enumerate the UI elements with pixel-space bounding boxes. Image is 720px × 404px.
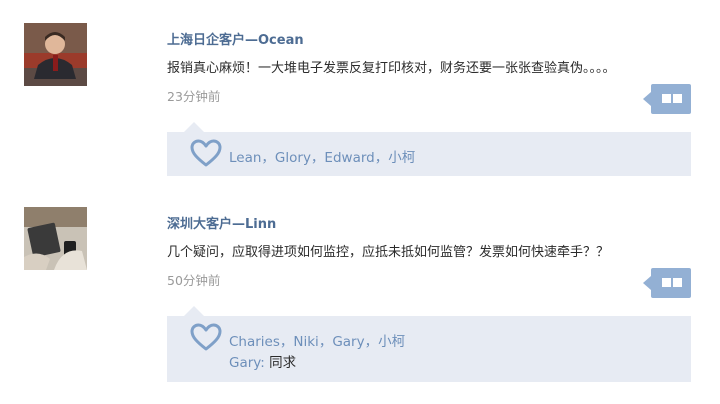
like-names[interactable]: Lean，Glory，Edward，小柯	[229, 146, 415, 166]
comment-text: 同求	[269, 355, 297, 371]
post-item: 深圳大客户—Linn 几个疑问，应取得进项如何监控，应抵未抵如何监管？发票如何快…	[0, 190, 720, 404]
comment-user[interactable]: Gary:	[229, 355, 265, 371]
likes-panel: Lean，Glory，Edward，小柯	[167, 122, 691, 176]
author-name[interactable]: 深圳大客户—Linn	[167, 213, 276, 232]
heart-outline-icon[interactable]	[189, 138, 223, 168]
speech-bubble-icon	[662, 94, 671, 103]
reply-button[interactable]	[643, 84, 691, 114]
speech-bubble-dot	[673, 94, 682, 103]
post-time: 23分钟前	[167, 89, 221, 104]
like-names[interactable]: Charies，Niki，Gary，小柯	[229, 330, 405, 350]
likes-panel: Charies，Niki，Gary，小柯 Gary: 同求	[167, 306, 691, 382]
reply-button[interactable]	[643, 268, 691, 298]
person-avatar-icon	[24, 23, 87, 86]
avatar[interactable]	[24, 23, 87, 86]
heart-outline-icon[interactable]	[189, 322, 223, 352]
post-content: 几个疑问，应取得进项如何监控，应抵未抵如何监管？发票如何快速牵手？？	[167, 245, 610, 260]
avatar[interactable]	[24, 207, 87, 270]
speech-bubble-dot	[673, 278, 682, 287]
comment-row: Gary: 同求	[229, 351, 296, 371]
post-content: 报销真心麻烦！一大堆电子发票反复打印核对，财务还要一张张查验真伪。。。。	[167, 61, 616, 76]
speech-bubble-icon	[662, 278, 671, 287]
author-name[interactable]: 上海日企客户—Ocean	[167, 29, 304, 48]
workspace-avatar-icon	[24, 207, 87, 270]
post-time: 50分钟前	[167, 273, 221, 288]
post-item: 上海日企客户—Ocean 报销真心麻烦！一大堆电子发票反复打印核对，财务还要一张…	[0, 0, 720, 190]
